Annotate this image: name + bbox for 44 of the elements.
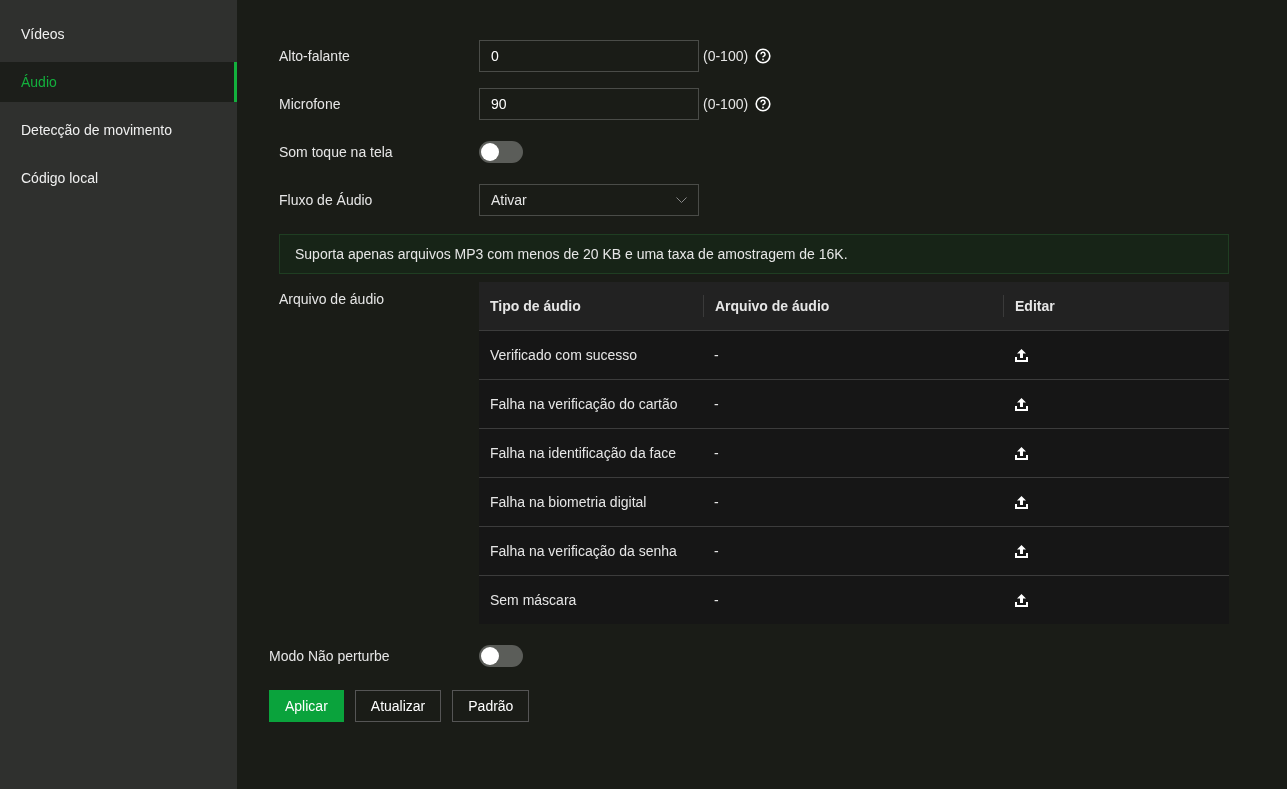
table-cell: Verificado com sucesso <box>490 347 638 363</box>
field-label: Microfone <box>279 96 342 112</box>
upload-icon[interactable] <box>1014 445 1029 461</box>
field-label: Modo Não perturbe <box>269 648 391 664</box>
upload-icon[interactable] <box>1014 494 1029 510</box>
field-label: Alto-falante <box>279 48 351 64</box>
action-button[interactable]: Padrão <box>452 690 530 722</box>
sidebar-item[interactable]: Vídeos <box>0 14 237 54</box>
chevron-down-icon <box>676 196 687 204</box>
help-icon[interactable] <box>755 96 772 112</box>
table-cell: - <box>714 543 719 559</box>
toggle-switch[interactable] <box>479 141 523 163</box>
number-field[interactable]: 90 <box>479 88 699 120</box>
table-cell: - <box>714 445 719 461</box>
upload-icon[interactable] <box>1014 592 1029 608</box>
range-hint: (0-100) <box>703 48 749 64</box>
field-label: Fluxo de Áudio <box>279 192 374 208</box>
number-field[interactable]: 0 <box>479 40 699 72</box>
help-icon[interactable] <box>755 48 772 64</box>
table-cell: Falha na verificação da senha <box>490 543 677 559</box>
table-cell: - <box>714 494 719 510</box>
sidebar-item[interactable]: Áudio <box>0 62 237 102</box>
sidebar-item[interactable]: Código local <box>0 158 237 198</box>
upload-icon[interactable] <box>1014 543 1029 559</box>
table-cell: Falha na biometria digital <box>490 494 647 510</box>
table-cell: Sem máscara <box>490 592 577 608</box>
sidebar-item[interactable]: Detecção de movimento <box>0 110 237 150</box>
column-header: Tipo de áudio <box>490 298 581 314</box>
table-cell: - <box>714 396 719 412</box>
table-cell: Falha na verificação do cartão <box>490 396 678 412</box>
column-header: Arquivo de áudio <box>715 298 830 314</box>
range-hint: (0-100) <box>703 96 749 112</box>
field-label: Arquivo de áudio <box>279 290 386 309</box>
upload-icon[interactable] <box>1014 347 1029 363</box>
upload-icon[interactable] <box>1014 396 1029 412</box>
dropdown[interactable]: Ativar <box>479 184 699 216</box>
table-cell: Falha na identificação da face <box>490 445 676 461</box>
column-header: Editar <box>1015 298 1055 314</box>
field-label: Som toque na tela <box>279 144 394 160</box>
toggle-switch[interactable] <box>479 645 523 667</box>
info-text: Suporta apenas arquivos MP3 com menos de 20 KB e uma taxa de amostragem de 16K. <box>295 246 848 262</box>
table-cell: - <box>714 347 719 363</box>
action-button[interactable]: Atualizar <box>354 690 442 722</box>
table-cell: - <box>714 592 719 608</box>
